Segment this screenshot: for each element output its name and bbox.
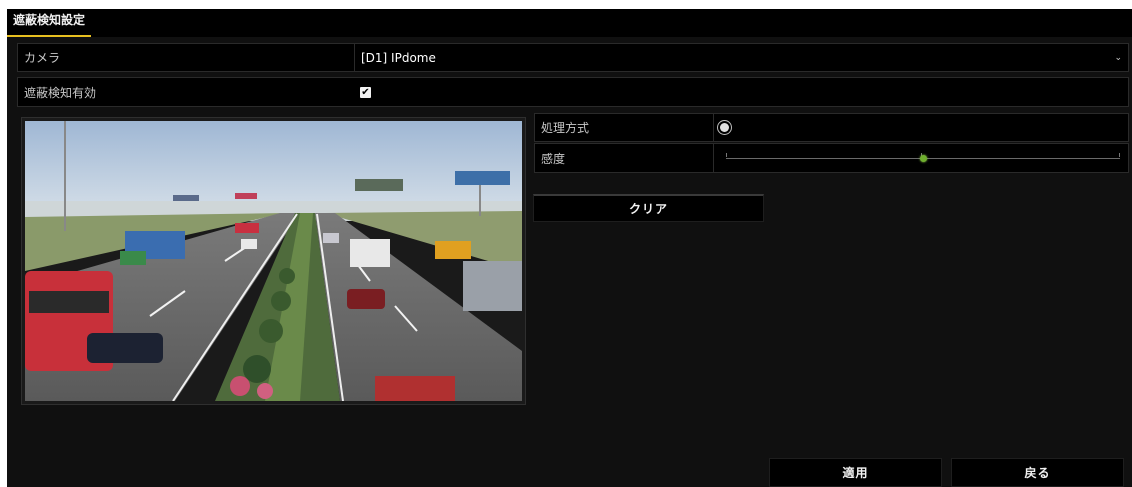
camera-label: カメラ	[24, 51, 61, 65]
chevron-down-icon: ⌄	[1114, 52, 1122, 63]
camera-select[interactable]: [D1] IPdome ⌄	[354, 44, 1128, 71]
enable-label: 遮蔽検知有効	[24, 85, 97, 100]
sensitivity-label: 感度	[541, 151, 566, 166]
apply-button[interactable]: 適用	[769, 458, 942, 487]
camera-select-value: [D1] IPdome	[361, 50, 436, 65]
window-title-tab[interactable]: 遮蔽検知設定	[7, 9, 92, 37]
enable-checkbox[interactable]: ✔	[360, 86, 371, 98]
handling-label: 処理方式	[541, 121, 590, 135]
title-bar: 遮蔽検知設定	[7, 9, 1132, 37]
clear-button[interactable]: クリア	[533, 194, 764, 222]
tamper-detection-window: 遮蔽検知設定 カメラ [D1] IPdome ⌄ 遮蔽検知有効 ✔ 処理方式 感…	[7, 9, 1132, 487]
sensitivity-slider[interactable]	[713, 144, 1128, 172]
enable-checkbox-cell: ✔	[354, 78, 1128, 106]
slider-tick	[1119, 153, 1120, 157]
enable-row: 遮蔽検知有効 ✔	[17, 77, 1129, 107]
slider-thumb[interactable]	[920, 155, 927, 162]
camera-preview-image[interactable]	[25, 121, 522, 401]
handling-settings-cell	[713, 114, 1128, 141]
handling-row: 処理方式	[534, 113, 1129, 142]
camera-row: カメラ [D1] IPdome ⌄	[17, 43, 1129, 72]
slider-tick	[726, 153, 727, 157]
back-button[interactable]: 戻る	[951, 458, 1124, 487]
sensitivity-row: 感度	[534, 143, 1129, 173]
camera-preview-frame	[21, 117, 526, 405]
gear-icon[interactable]	[720, 123, 729, 132]
